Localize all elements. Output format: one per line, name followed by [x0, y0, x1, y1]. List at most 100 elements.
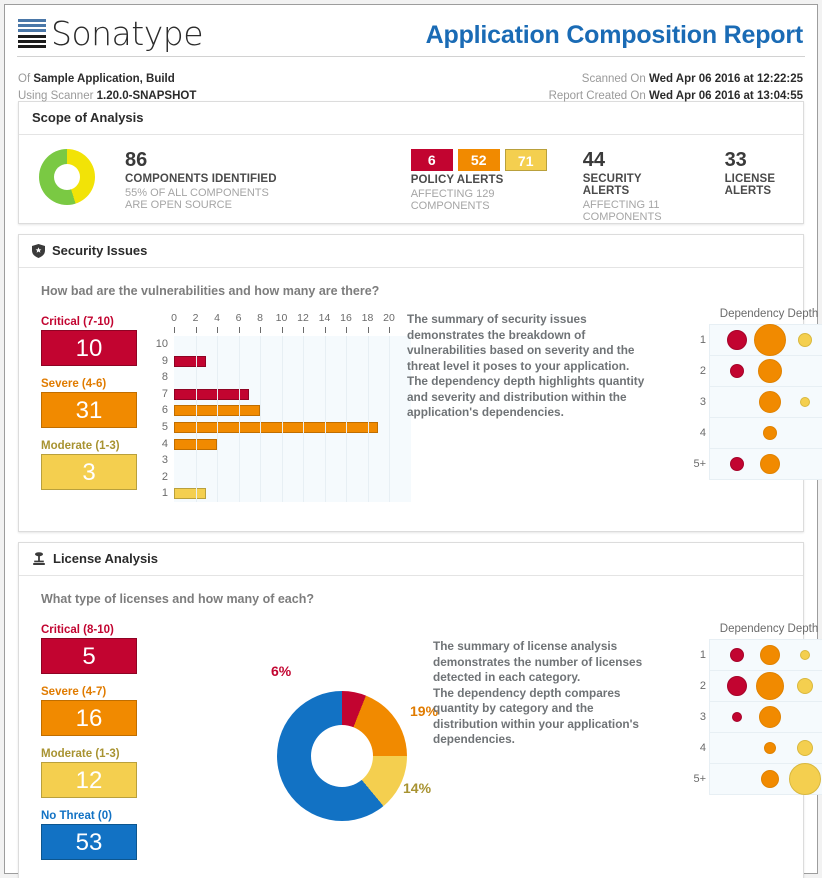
meta-scanned-value: Wed Apr 06 2016 at 12:22:25	[648, 73, 803, 85]
y-tick-label: 5	[161, 420, 168, 433]
stat-policy: 6 52 71 POLICY ALERTS AFFECTING 129 COMPON…	[410, 149, 547, 212]
dep-depth-row: 2	[700, 671, 822, 702]
logo-bars-icon	[18, 19, 46, 48]
dep-depth-bubble	[760, 645, 780, 665]
severity-count-box: 16	[41, 700, 137, 736]
dep-depth-label: 1	[699, 649, 706, 661]
meta-created-value: Wed Apr 06 2016 at 13:04:55	[648, 90, 803, 102]
report-meta: Of Sample Application, Build Using Scann…	[5, 57, 817, 102]
severity-label: Severe (4-7)	[41, 686, 107, 698]
meta-scanner: Using Scanner 1.20.0-SNAPSHOT	[18, 88, 196, 105]
dep-depth-bubble	[732, 712, 742, 722]
y-tick-label: 4	[161, 437, 168, 450]
license-question: What type of licenses and how many of ea…	[41, 592, 314, 606]
security-bar-chart: 0 2 4 6 8 10 12 14 16 18 20 10 9 8 7 6 5 4 3 2 1	[152, 312, 411, 502]
security-body: How bad are the vulnerabilities and how …	[19, 268, 822, 531]
y-tick-label: 3	[161, 454, 168, 467]
shield-icon	[32, 244, 45, 258]
meta-right: Scanned On Wed Apr 06 2016 at 12:22:25 R…	[549, 71, 803, 105]
dep-depth-bubble	[800, 397, 810, 407]
x-tick-mark	[174, 327, 175, 333]
bar-chart-row: 8	[162, 369, 411, 386]
severity-block: Severe (4-7) 16	[41, 686, 137, 736]
dep-depth-row: 3	[700, 702, 822, 733]
dep-depth-row: 5+	[693, 449, 822, 479]
y-tick-label: 10	[155, 338, 168, 350]
license-title: License Analysis	[53, 551, 159, 566]
x-tick-label: 2	[192, 312, 199, 324]
x-tick-label: 14	[318, 312, 331, 324]
dep-depth-bubble	[798, 333, 812, 347]
severity-count-box: 5	[41, 638, 137, 674]
grid-line	[346, 336, 347, 502]
x-tick-mark	[238, 327, 240, 333]
x-tick-mark	[367, 327, 369, 333]
policy-chip-1: 52	[457, 149, 500, 171]
dep-depth-bubble	[754, 324, 786, 356]
security-dep-depth-title: Dependency Depth	[719, 308, 819, 320]
dep-depth-bubble	[761, 770, 779, 788]
severity-count-box: 31	[41, 392, 137, 428]
y-tick-label: 6	[161, 404, 168, 417]
severity-count-box: 53	[41, 824, 137, 860]
security-header: Security Issues	[19, 235, 803, 268]
report-header: Sonatype Application Composition Report	[5, 5, 817, 57]
bar-chart-row: 1	[162, 485, 411, 502]
severity-label: No Threat (0)	[41, 810, 112, 822]
dep-depth-row: 4	[700, 733, 822, 764]
bar	[174, 488, 207, 500]
policy-chip-0: 6	[410, 149, 453, 171]
pct-moderate: 14%	[403, 780, 432, 796]
x-tick-mark	[195, 327, 197, 333]
security-question: How bad are the vulnerabilities and how …	[41, 284, 380, 298]
dep-depth-bubble	[730, 648, 744, 662]
meta-left: Of Sample Application, Build Using Scann…	[18, 71, 196, 105]
severity-block: No Threat (0) 53	[41, 810, 137, 860]
policy-chips: 6 52 71	[410, 149, 547, 171]
bar-chart-x-axis: 0 2 4 6 8 10 12 14 16 18 20	[171, 312, 395, 336]
license-donut-ring	[277, 691, 407, 821]
dep-depth-row: 4	[700, 418, 822, 449]
x-tick-mark	[389, 327, 390, 333]
components-count: 86	[125, 149, 148, 171]
dep-depth-bubble	[756, 672, 784, 700]
y-tick-label: 7	[161, 387, 168, 400]
license-dep-depth-title: Dependency Depth	[719, 623, 819, 635]
security-title: Security Issues	[52, 243, 148, 258]
dep-depth-label: 3	[699, 396, 706, 408]
x-tick-label: 0	[171, 312, 177, 324]
dep-depth-bubble	[759, 391, 781, 413]
description-line: The dependency depth compares quantity b…	[433, 685, 639, 747]
severity-label: Critical (8-10)	[41, 624, 114, 636]
meta-scanner-value: 1.20.0-SNAPSHOT	[96, 90, 197, 102]
dep-depth-row: 3	[700, 387, 822, 418]
dep-depth-row: 5+	[693, 763, 822, 795]
dep-depth-bubble	[797, 740, 813, 756]
dep-depth-label: 1	[699, 334, 706, 346]
grid-line	[217, 336, 218, 502]
license-severity-list: Critical (8-10) 5 Severe (4-7) 16 Moderate (…	[41, 624, 137, 872]
license-body: What type of licenses and how many of ea…	[19, 576, 822, 878]
x-tick-label: 4	[214, 312, 220, 324]
description-line: The dependency depth highlights quantity…	[407, 374, 645, 419]
y-tick-label: 9	[161, 354, 168, 367]
severity-label: Moderate (1-3)	[41, 440, 120, 452]
brand-name: Sonatype	[51, 14, 204, 53]
bar-chart-row: 4	[162, 436, 411, 453]
security-description: The summary of security issues demonstra…	[407, 312, 659, 421]
stat-license: 33 LICENSE ALERTS	[725, 149, 790, 199]
description-line: The summary of security issues demonstra…	[407, 312, 635, 373]
license-description: The summary of license analysis demonstr…	[433, 639, 648, 748]
severity-block: Critical (7-10) 10	[41, 316, 137, 366]
report-sheet: Sonatype Application Composition Report …	[4, 4, 822, 878]
x-tick-label: 18	[361, 312, 374, 324]
scope-header: Scope of Analysis	[19, 102, 803, 135]
meta-of-label: Of	[18, 73, 31, 85]
dep-depth-label: 3	[699, 711, 706, 723]
grid-line	[389, 336, 390, 502]
security-issues-card: Security Issues How bad are the vulnerab…	[18, 234, 822, 532]
meta-application: Of Sample Application, Build	[18, 71, 196, 88]
dep-depth-bubble	[730, 457, 744, 471]
dep-depth-label: 5+	[693, 773, 706, 785]
gavel-icon	[32, 552, 46, 566]
